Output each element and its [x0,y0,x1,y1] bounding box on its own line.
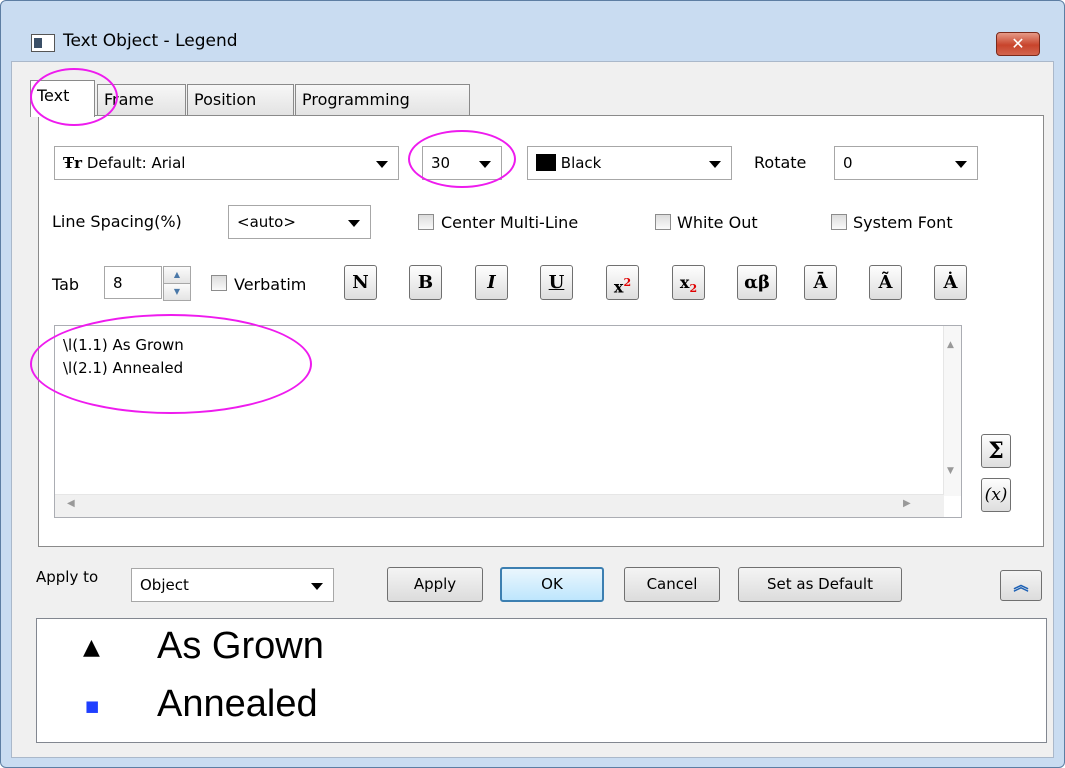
rotate-dropdown[interactable]: 0 [834,146,978,180]
system-font-checkbox[interactable] [831,214,847,230]
window-title: Text Object - Legend [63,31,238,51]
subscript-index: 2 [689,282,698,296]
scroll-right-icon[interactable]: ▶ [903,498,911,509]
spin-up-icon[interactable]: ▲ [163,266,191,284]
editor-line: \l(1.1) As Grown [63,336,184,354]
tab-stop-spinner[interactable]: ▲ ▼ [163,266,191,301]
legend-preview: ▲ As Grown ■ Annealed [36,618,1047,743]
font-color-dropdown[interactable]: Black [527,146,732,180]
spin-down-icon[interactable]: ▼ [163,283,191,301]
superscript-exponent: 2 [623,276,632,289]
apply-button[interactable]: Apply [387,567,483,602]
scroll-up-icon[interactable]: ▲ [947,340,954,350]
font-color-value: Black [560,154,602,172]
apply-to-label: Apply to [36,568,99,586]
square-icon: ■ [85,697,100,715]
tab-stop-input[interactable]: 8 [104,266,162,299]
white-out-checkbox[interactable] [655,214,671,230]
tab-text[interactable]: Text [30,80,95,117]
tab-stop-label: Tab [52,275,80,294]
app-icon [31,34,55,52]
chevron-down-icon [479,161,491,168]
horizontal-scrollbar[interactable]: ◀ ▶ [55,494,944,517]
set-as-default-button[interactable]: Set as Default [738,567,902,602]
legend-text-editor[interactable]: \l(1.1) As Grown \l(2.1) Annealed ▲ ▼ ◀ … [54,325,962,518]
subscript-format-button[interactable]: x2 [672,265,705,300]
font-size-dropdown[interactable]: 30 [422,146,502,180]
system-font-label: System Font [853,213,953,232]
overline-format-button[interactable]: Ā [804,265,837,300]
font-size-value: 30 [431,154,451,172]
dot-format-button[interactable]: Ȧ [934,265,967,300]
font-value: Default: Arial [86,154,186,172]
triangle-icon: ▲ [83,635,100,660]
tab-position[interactable]: Position [187,84,294,115]
apply-to-value: Object [140,576,189,594]
cancel-button[interactable]: Cancel [624,567,720,602]
collapse-icon[interactable]: ︽ [1000,570,1042,601]
center-multiline-checkbox[interactable] [418,214,434,230]
bold-format-button[interactable]: B [409,265,442,300]
italic-format-button[interactable]: I [475,265,508,300]
chevron-down-icon [311,583,323,590]
superscript-format-button[interactable]: x2 [606,265,639,300]
preview-entry-label: As Grown [157,625,324,667]
close-button[interactable]: ✕ [996,32,1040,56]
color-swatch [536,154,556,171]
subscript-base: x [679,273,690,292]
rotate-value: 0 [843,154,853,172]
vertical-scrollbar[interactable]: ▲ ▼ [943,326,961,496]
title-bar[interactable]: Text Object - Legend ✕ [1,1,1064,61]
ok-button[interactable]: OK [500,567,604,602]
verbatim-label: Verbatim [234,275,307,294]
rotate-label: Rotate [754,153,807,172]
scroll-down-icon[interactable]: ▼ [947,466,954,476]
line-spacing-dropdown[interactable]: <auto> [228,205,371,239]
chevron-down-icon [709,161,721,168]
underline-format-button[interactable]: U [540,265,573,300]
chevron-down-icon [348,220,360,227]
apply-to-dropdown[interactable]: Object [131,568,334,602]
verbatim-checkbox[interactable] [211,275,227,291]
editor-line: \l(2.1) Annealed [63,359,184,377]
variable-button[interactable]: (x) [981,478,1011,512]
white-out-label: White Out [677,213,758,232]
tab-stop-value: 8 [113,274,123,292]
sum-symbol-button[interactable]: Σ [981,434,1011,468]
tilde-format-button[interactable]: Ã [869,265,902,300]
superscript-base: x [613,277,624,297]
normal-format-button[interactable]: N [344,265,377,300]
editor-content[interactable]: \l(1.1) As Grown \l(2.1) Annealed [63,334,184,380]
tab-frame[interactable]: Frame [97,84,186,115]
chevron-down-icon [376,161,388,168]
greek-format-button[interactable]: αβ [737,265,777,300]
line-spacing-value: <auto> [237,213,296,231]
chevron-down-icon [955,161,967,168]
tab-programming[interactable]: Programming [295,84,470,115]
font-type-icon: Ŧr [63,154,83,172]
center-multiline-label: Center Multi-Line [441,213,579,232]
line-spacing-label: Line Spacing(%) [52,212,182,231]
scroll-left-icon[interactable]: ◀ [67,498,75,509]
preview-entry-label: Annealed [157,683,318,725]
font-dropdown[interactable]: Ŧr Default: Arial [54,146,399,180]
